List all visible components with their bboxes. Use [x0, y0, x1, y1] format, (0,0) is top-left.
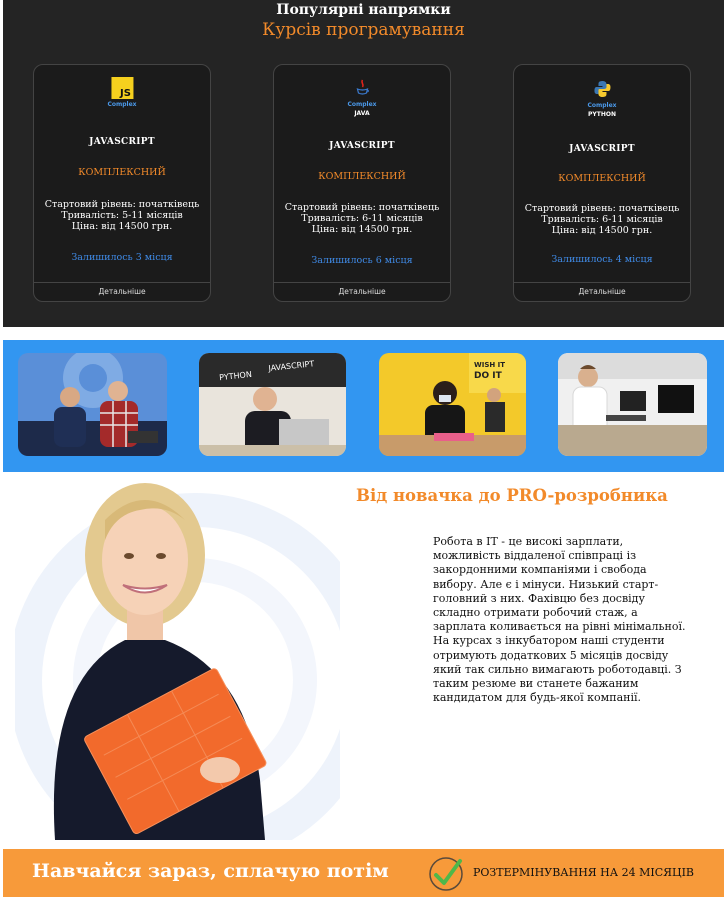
course-start-level: Стартовий рівень: початківець	[44, 199, 200, 210]
student-in-mask-photo: WISH IT DO IT	[379, 353, 526, 456]
details-button[interactable]: Детальніше	[514, 282, 690, 301]
cta-text: Навчайся зараз, сплачую потім	[32, 860, 389, 882]
course-start-level: Стартовий рівень: початківець	[284, 202, 440, 213]
seats-remaining: Залишилось 6 місця	[311, 255, 413, 266]
course-level: КОМПЛЕКСНИЙ	[78, 167, 166, 178]
course-card-python[interactable]: Complex PYTHON JAVASCRIPT КОМПЛЕКСНИЙ Ст…	[513, 64, 691, 302]
python-icon	[593, 81, 610, 97]
details-button[interactable]: Детальніше	[34, 282, 210, 301]
svg-text:DO IT: DO IT	[474, 371, 503, 381]
course-info: Стартовий рівень: початківець Тривалість…	[34, 199, 210, 232]
course-duration: Тривалість: 6-11 місяців	[301, 213, 423, 224]
hero-title: Від новачка до PRO-розробника	[356, 486, 668, 505]
installment-badge-text: РОЗТЕРМІНУВАННЯ НА 24 МІСЯЦІВ	[473, 866, 695, 879]
python-logo: Complex PYTHON	[587, 80, 617, 118]
course-price: Ціна: від 14500 грн.	[551, 225, 653, 236]
check-icon	[427, 855, 465, 893]
section-subtitle: Курсів програмування	[262, 20, 465, 40]
classroom-photo	[18, 353, 167, 456]
course-card-javascript[interactable]: JS Complex JAVASCRIPT КОМПЛЕКСНИЙ Старто…	[33, 64, 211, 302]
student-at-laptop-photo: PYTHON JAVASCRIPT	[199, 353, 346, 456]
js-icon: JS	[110, 77, 133, 99]
svg-text:WISH IT: WISH IT	[474, 361, 505, 369]
java-logo: Complex JAVA	[347, 79, 377, 117]
course-name: JAVASCRIPT	[329, 141, 395, 151]
seats-remaining: Залишилось 3 місця	[71, 252, 173, 263]
course-name: JAVASCRIPT	[89, 137, 155, 147]
hero-paragraph: Робота в IT - це високі зарплати, можлив…	[433, 535, 686, 705]
section-title: Популярні напрямки	[276, 2, 451, 18]
course-duration: Тривалість: 6-11 місяців	[541, 214, 663, 225]
course-start-level: Стартовий рівень: початківець	[524, 203, 680, 214]
course-level: КОМПЛЕКСНИЙ	[318, 171, 406, 182]
course-price: Ціна: від 14500 грн.	[311, 224, 413, 235]
js-logo: JS Complex	[107, 77, 137, 108]
details-button[interactable]: Детальніше	[274, 282, 450, 301]
course-level: КОМПЛЕКСНИЙ	[558, 173, 646, 184]
java-cup-icon	[356, 79, 369, 95]
course-info: Стартовий рівень: початківець Тривалість…	[274, 202, 450, 235]
course-price: Ціна: від 14500 грн.	[71, 221, 173, 232]
seats-remaining: Залишилось 4 місця	[551, 254, 653, 265]
course-duration: Тривалість: 5-11 місяців	[61, 210, 183, 221]
hero-illustration	[8, 480, 382, 867]
student-at-computer-photo	[558, 353, 707, 456]
course-name: JAVASCRIPT	[569, 144, 635, 154]
installment-banner[interactable]: Навчайся зараз, сплачую потім РОЗТЕРМІНУ…	[3, 849, 724, 897]
courses-section: Популярні напрямки Курсів програмування …	[3, 0, 724, 327]
course-info: Стартовий рівень: початківець Тривалість…	[514, 203, 690, 236]
photo-strip: PYTHON JAVASCRIPT WISH IT DO IT	[3, 340, 724, 472]
course-card-java[interactable]: Complex JAVA JAVASCRIPT КОМПЛЕКСНИЙ Стар…	[273, 64, 451, 302]
